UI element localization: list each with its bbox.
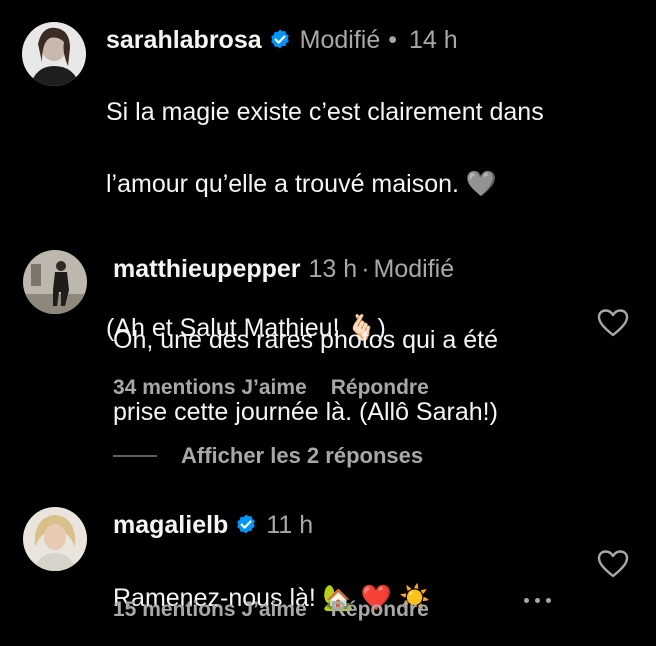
timestamp: 14 h	[409, 26, 458, 54]
likes-count-button[interactable]: 15 mentions J’aime	[113, 598, 307, 622]
comment-header: sarahlabrosa Modifié • 14 h	[106, 25, 458, 55]
timestamp: 13 h	[308, 255, 358, 283]
timestamp: 11 h	[266, 511, 314, 539]
view-replies-button[interactable]: Afficher les 2 réponses	[113, 443, 423, 469]
comment-actions: 15 mentions J’aime Répondre	[113, 598, 429, 622]
avatar[interactable]	[23, 250, 87, 314]
username[interactable]: magalielb	[113, 510, 228, 540]
heart-outline-icon	[597, 309, 629, 337]
comment-text: Ramenez-nous là! 🏡 ❤️ ☀️	[113, 544, 430, 646]
avatar-image	[22, 22, 86, 86]
comment-line: Si la magie existe c’est clairement dans	[106, 98, 544, 126]
username[interactable]: matthieupepper	[113, 254, 301, 284]
like-button[interactable]	[597, 549, 629, 579]
comment-header: magalielb 11 h	[113, 510, 313, 540]
replies-divider	[113, 455, 157, 457]
like-button[interactable]	[597, 308, 629, 338]
edited-label: Modifié	[373, 255, 455, 283]
heart-outline-icon	[597, 550, 629, 578]
comment-actions: 34 mentions J’aime Répondre	[113, 376, 429, 400]
comment-line: l’amour qu’elle a trouvé maison. 🩶	[106, 170, 498, 198]
comment-header: matthieupepper 13 h · Modifié	[113, 254, 454, 284]
username[interactable]: sarahlabrosa	[106, 25, 262, 55]
reply-button[interactable]: Répondre	[331, 598, 429, 622]
avatar-image	[23, 250, 87, 314]
edited-label: Modifié	[299, 26, 381, 54]
more-options-icon[interactable]	[524, 598, 551, 603]
separator: ·	[361, 255, 370, 283]
verified-badge-icon	[268, 28, 292, 52]
reply-button[interactable]: Répondre	[331, 376, 429, 400]
avatar[interactable]	[22, 22, 86, 86]
dot	[524, 598, 529, 603]
avatar-image	[23, 507, 87, 571]
dot	[535, 598, 540, 603]
avatar[interactable]	[23, 507, 87, 571]
likes-count-button[interactable]: 34 mentions J’aime	[113, 376, 307, 400]
comment-line: Oh, une des rares photos qui a été	[113, 326, 498, 354]
dot	[546, 598, 551, 603]
verified-badge-icon	[234, 513, 258, 537]
separator: •	[388, 26, 397, 54]
view-replies-label: Afficher les 2 réponses	[181, 443, 424, 468]
